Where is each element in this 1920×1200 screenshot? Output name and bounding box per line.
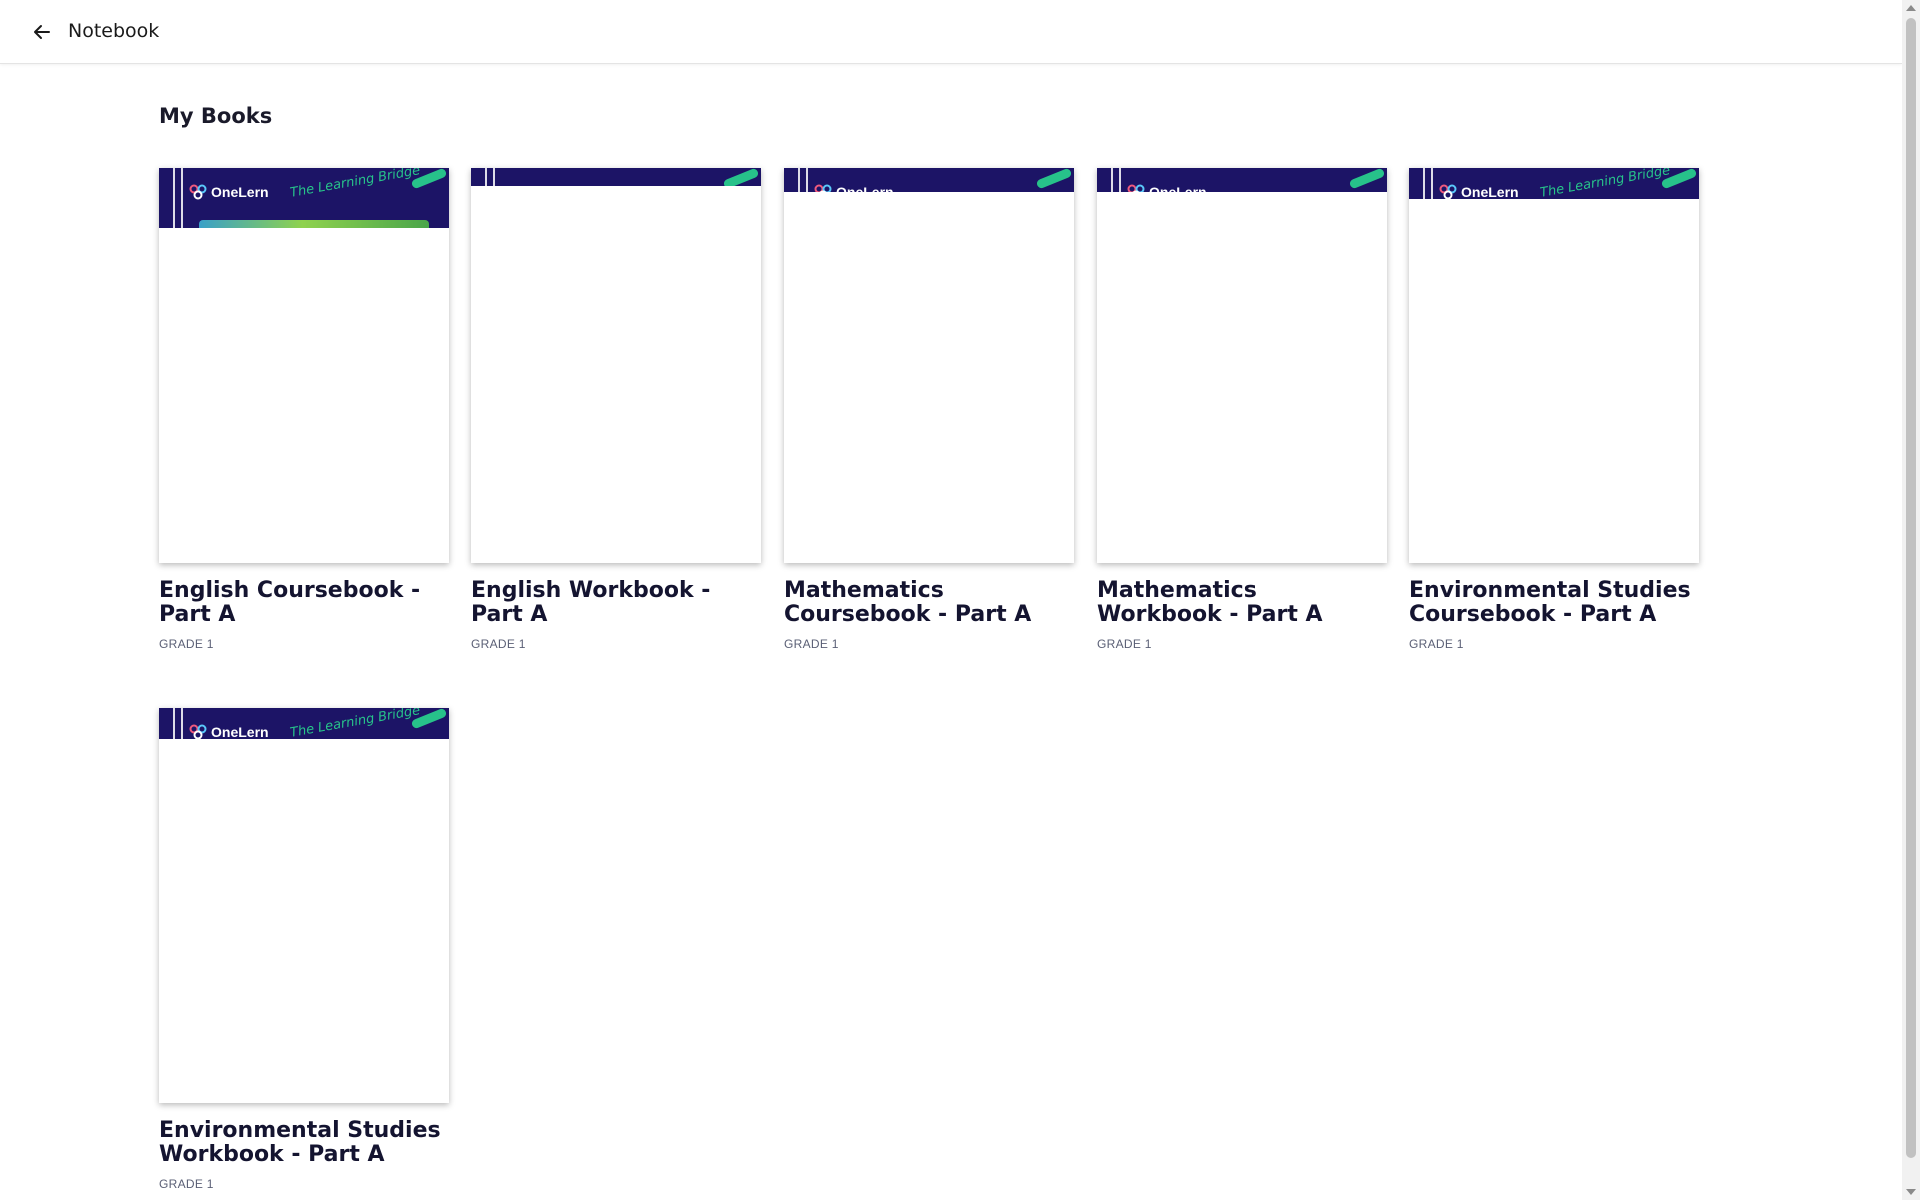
top-app-bar: Notebook <box>0 0 1902 64</box>
book-cover[interactable] <box>471 168 761 563</box>
section-title-my-books: My Books <box>159 104 273 128</box>
cover-stripes <box>173 708 183 739</box>
onelern-logo: OneLern <box>1127 184 1207 192</box>
book-grade: GRADE 1 <box>1409 637 1464 651</box>
book-title[interactable]: Mathematics Coursebook - Part A <box>784 579 1074 627</box>
book-title[interactable]: Mathematics Workbook - Part A <box>1097 579 1387 627</box>
scroll-down-arrow-icon[interactable] <box>1906 1189 1916 1195</box>
cover-tagline: The Learning Bridge <box>1539 168 1672 199</box>
cover-illustration <box>199 220 429 228</box>
book-grade: GRADE 1 <box>784 637 839 651</box>
book-card[interactable]: OneLern Mathematics Coursebook - Part A … <box>784 168 1074 651</box>
cover-swoosh <box>722 168 760 186</box>
book-grade: GRADE 1 <box>471 637 526 651</box>
cover-stripes <box>173 168 183 228</box>
book-grade: GRADE 1 <box>159 637 214 651</box>
cover-stripes <box>1423 168 1433 199</box>
book-card[interactable]: English Workbook - Part A GRADE 1 <box>471 168 761 651</box>
book-card[interactable]: OneLern The Learning Bridge Environmenta… <box>159 708 449 1191</box>
onelern-logo: OneLern <box>814 184 894 192</box>
book-title[interactable]: English Workbook - Part A <box>471 579 761 627</box>
onelern-logo: OneLern <box>189 724 269 739</box>
book-cover[interactable]: OneLern The Learning Bridge <box>159 708 449 1103</box>
cover-stripes <box>1111 168 1121 192</box>
book-card[interactable]: OneLern The Learning Bridge Environmenta… <box>1409 168 1699 651</box>
cover-banner: OneLern <box>1097 168 1387 192</box>
cover-banner: OneLern The Learning Bridge <box>159 168 449 228</box>
cover-tagline: The Learning Bridge <box>289 168 422 201</box>
book-card[interactable]: OneLern Mathematics Workbook - Part A GR… <box>1097 168 1387 651</box>
cover-swoosh <box>1035 168 1073 190</box>
cover-banner: OneLern The Learning Bridge <box>1409 168 1699 199</box>
cover-tagline: The Learning Bridge <box>289 708 422 739</box>
cover-stripes <box>485 168 495 186</box>
cover-stripes <box>798 168 808 192</box>
back-button[interactable] <box>28 18 56 46</box>
page-title: Notebook <box>68 20 160 42</box>
cover-banner <box>471 168 761 186</box>
book-title[interactable]: English Coursebook - Part A <box>159 579 449 627</box>
book-cover[interactable]: OneLern The Learning Bridge <box>1409 168 1699 563</box>
onelern-logo: OneLern <box>189 184 269 200</box>
book-cover[interactable]: OneLern The Learning Bridge <box>159 168 449 563</box>
cover-banner: OneLern <box>784 168 1074 192</box>
book-title[interactable]: Environmental Studies Workbook - Part A <box>159 1119 449 1167</box>
cover-swoosh <box>1348 168 1386 190</box>
vertical-scrollbar[interactable] <box>1902 0 1920 1200</box>
book-card[interactable]: OneLern The Learning Bridge English Cour… <box>159 168 449 651</box>
scrollbar-thumb[interactable] <box>1906 18 1916 1158</box>
scroll-up-arrow-icon[interactable] <box>1906 5 1916 11</box>
onelern-logo: OneLern <box>1439 184 1519 199</box>
cover-banner: OneLern The Learning Bridge <box>159 708 449 739</box>
book-grade: GRADE 1 <box>159 1177 214 1191</box>
book-grade: GRADE 1 <box>1097 637 1152 651</box>
arrow-left-icon <box>34 25 50 39</box>
book-title[interactable]: Environmental Studies Coursebook - Part … <box>1409 579 1699 627</box>
book-cover[interactable]: OneLern <box>784 168 1074 563</box>
book-cover[interactable]: OneLern <box>1097 168 1387 563</box>
